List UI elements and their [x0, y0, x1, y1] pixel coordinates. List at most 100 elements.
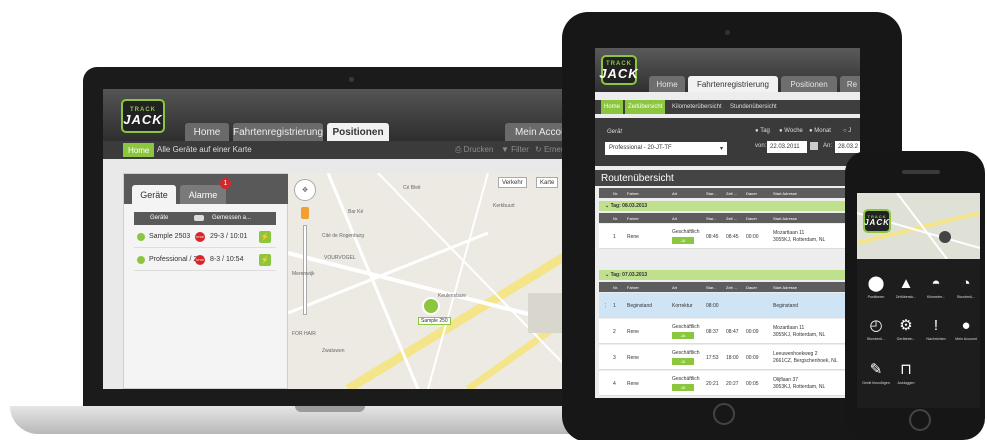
street-view-icon[interactable] [301, 207, 309, 219]
period-month-radio[interactable]: ● Monat [809, 128, 831, 134]
print-button[interactable]: ⎙ Drucken [455, 145, 493, 155]
laptop-notch [295, 406, 365, 412]
table-row[interactable]: 1 Rene Geschäftlich JA 08:45 08:45 00:00… [599, 224, 860, 249]
chevron-down-icon: ▾ [719, 146, 723, 152]
speedometer-icon: ◓ [931, 274, 941, 292]
refresh-button[interactable]: ↻ Erneu [535, 145, 565, 154]
day-group-header[interactable]: ⌄ Tag: 07.03.2013 [599, 270, 860, 280]
locate-device-button[interactable]: ⚡ [259, 231, 271, 243]
subnav-home-link[interactable]: Home [123, 143, 155, 157]
business-toggle[interactable]: JA [672, 237, 694, 244]
table-row[interactable]: ⋮ 1 Beginstand Korrektur 08:00 Beginstan… [599, 293, 860, 318]
trackjack-logo[interactable]: TRACK JACK [863, 209, 891, 233]
routes-table-header: Nr. Fahrer Art Star... Zeit ... Dauer St… [599, 282, 860, 292]
traffic-button[interactable]: Verkehr [498, 177, 527, 188]
from-date-input[interactable]: 22.03.2011 [767, 141, 807, 153]
period-week-radio[interactable]: ● Woche [779, 128, 803, 134]
trackjack-logo[interactable]: TRACK JACK [121, 99, 165, 133]
table-row[interactable]: 2 Rene Geschäftlich JA 08:37 08:47 00:09… [599, 319, 860, 344]
period-year-radio[interactable]: ○ J [843, 128, 851, 134]
calendar-icon[interactable] [810, 142, 818, 150]
drag-handle-icon[interactable]: ⋮ [603, 303, 608, 309]
business-toggle[interactable]: JA [672, 384, 694, 391]
tablet-camera [725, 30, 730, 35]
menu-nachrichten[interactable]: ! Nachrichten [921, 315, 951, 357]
measured-time: 8-3 / 10:54 [210, 256, 244, 263]
filter-bar: Gerät Professional - 20-JT-TF ▾ ● Tag ● … [595, 118, 860, 166]
column-header-geraete[interactable]: Geräte [150, 215, 168, 221]
tab-re[interactable]: Re [840, 76, 860, 92]
online-status-icon [137, 233, 145, 241]
tab-fahrtenregistrierung[interactable]: Fahrtenregistrierung [688, 76, 778, 92]
app-header: TRACK JACK Home Fahrtenregistrierung Pos… [103, 89, 603, 141]
to-label: An: [823, 143, 833, 149]
subnav-stundenubersicht[interactable]: Stundenübersicht [727, 100, 780, 114]
table-row[interactable]: 4 Rene Geschäftlich JA 20:21 20:27 00:05… [599, 371, 860, 396]
online-status-icon [137, 256, 145, 264]
business-toggle[interactable]: JA [672, 358, 694, 365]
period-day-radio[interactable]: ● Tag [755, 128, 770, 134]
map-roads [288, 173, 603, 389]
subnav-kilometerubersicht[interactable]: Kilometerübersicht [669, 100, 725, 114]
tablet-home-button[interactable] [713, 403, 735, 425]
locate-device-button[interactable]: ⚡ [259, 254, 271, 266]
map-label: Kerkbuurt [493, 203, 515, 209]
map-view[interactable]: ✥ Verkehr Karte Cé Bleit Bar Ké Kerkbuur… [288, 173, 603, 389]
map-label: VOURVOGEL [324, 255, 356, 261]
device-showcase: TRACK JACK Home Fahrtenregistrierung Pos… [0, 0, 987, 440]
from-label: von: [755, 143, 767, 149]
table-row[interactable]: 3 Rene Geschäftlich JA 17:53 18:00 00:09… [599, 345, 860, 370]
phone-map-view[interactable]: TRACK JACK [857, 193, 980, 259]
device-select[interactable]: Professional - 20-JT-TF ▾ [605, 142, 727, 155]
tab-alarme[interactable]: Alarme [180, 185, 226, 204]
device-label: Gerät [607, 129, 623, 135]
filter-button[interactable]: ▼ Filter [501, 145, 529, 154]
tab-fahrtenregistrierung[interactable]: Fahrtenregistrierung [233, 123, 323, 141]
subnav-zeitubersicht[interactable]: Zeitübersicht [625, 100, 666, 114]
day-group-header[interactable]: ⌄ Tag: 08.03.2013 [599, 201, 860, 211]
map-label: Cé Bleit [403, 185, 421, 191]
menu-geraet-hinzufuegen[interactable]: ✎ Gerät hinzufügen [861, 359, 891, 401]
edit-icon: ✎ [869, 361, 883, 378]
tab-home[interactable]: Home [185, 123, 229, 141]
menu-stundenubersicht-2[interactable]: ◴ Stundenü... [861, 315, 891, 357]
vehicle-marker-label: Sample 250 [418, 317, 451, 325]
zoom-slider[interactable] [303, 225, 307, 315]
trackjack-logo[interactable]: TRACK JACK [599, 55, 638, 85]
table-row[interactable]: Professional / 2... STOP 8-3 / 10:54 ⚡ [134, 249, 276, 271]
tab-positionen[interactable]: Positionen [327, 123, 389, 141]
breadcrumb: Alle Geräte auf einer Karte [157, 145, 252, 154]
devices-panel: Geräte Alarme 1 Geräte Gemessen a... Sam… [123, 173, 289, 389]
map-label: Zwaluwen [322, 348, 345, 354]
map-label: Keulensbare [438, 293, 467, 299]
map-label: FOR HAIR [292, 331, 316, 337]
menu-ausloggen[interactable]: ⊓ Ausloggen [891, 359, 921, 401]
menu-geraeteeinstellungen[interactable]: ⚙ Geräteein... [891, 315, 921, 357]
menu-mein-account[interactable]: ● Mein Account [951, 315, 980, 357]
table-row[interactable]: Sample 2503 STOP 29-3 / 10:01 ⚡ [134, 226, 276, 248]
map-type-button[interactable]: Karte [536, 177, 559, 188]
menu-zeitubersicht[interactable]: ▲ Zeitübersic... [891, 273, 921, 315]
map-label: Merenwijk [292, 271, 315, 277]
app-header: TRACK JACK Home Fahrtenregistrierung Pos… [595, 48, 860, 92]
tab-geraete[interactable]: Geräte [132, 185, 176, 204]
measured-time: 29-3 / 10:01 [210, 233, 248, 240]
subnav-home[interactable]: Home [601, 100, 624, 114]
unlock-icon: ⊓ [900, 361, 912, 378]
business-toggle[interactable]: JA [672, 332, 694, 339]
pan-control-icon[interactable]: ✥ [294, 179, 316, 201]
speech-bubble-icon: ! [933, 316, 939, 334]
menu-stundenubersicht[interactable]: ◔ Stundenü... [951, 273, 980, 315]
laptop-camera [349, 77, 354, 82]
to-date-input[interactable]: 28.03.2 [835, 141, 860, 153]
column-header-gemessen[interactable]: Gemessen a... [212, 215, 251, 221]
stop-icon: STOP [195, 255, 205, 265]
tab-positionen[interactable]: Positionen [781, 76, 837, 92]
tab-home[interactable]: Home [649, 76, 685, 92]
menu-kilometer[interactable]: ◓ Kilometer... [921, 273, 951, 315]
user-icon: ● [961, 316, 971, 334]
menu-positionen[interactable]: ⬤ Positionen [861, 273, 891, 315]
phone-home-button[interactable] [909, 409, 931, 431]
vehicle-marker-icon[interactable] [422, 297, 440, 315]
map-label: Cité de Rogenburg [322, 233, 364, 239]
